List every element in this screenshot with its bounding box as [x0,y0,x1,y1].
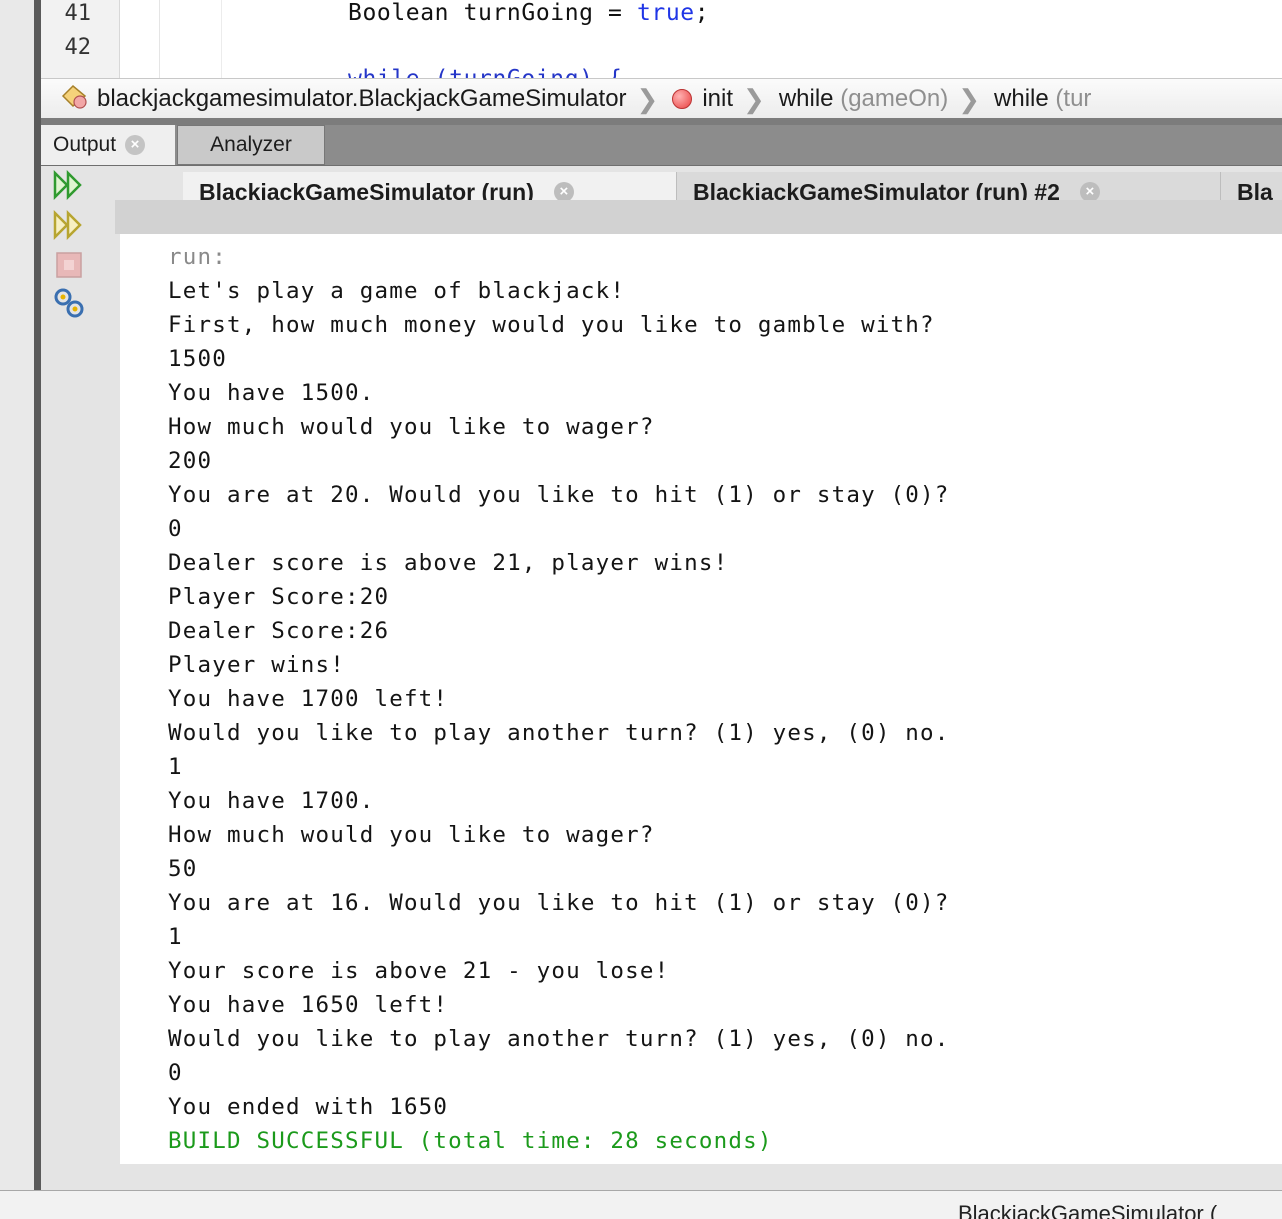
status-text: BlackjackGameSimulator ( [958,1201,1218,1219]
console-line: First, how much money would you like to … [168,312,935,338]
code-text: Boolean turnGoing = [348,0,637,26]
tab-label: Analyzer [210,133,292,156]
console-line: 50 [168,856,198,882]
indent-guide [221,0,222,78]
console-line: You are at 16. Would you like to hit (1)… [168,890,950,916]
console-line: You have 1650 left! [168,992,449,1018]
code-editor[interactable]: 41 42 Boolean turnGoing = true; while (t… [41,0,1282,78]
breadcrumb-loop[interactable]: while (gameOn) [779,85,948,113]
line-number: 42 [64,35,92,60]
code-line-partial[interactable]: while (turnGoing) { [348,66,623,78]
console-line: You have 1700. [168,788,375,814]
close-icon[interactable]: × [125,135,146,155]
breadcrumb-class[interactable]: blackjackgamesimulator.BlackjackGameSimu… [97,85,627,113]
console-line: Let's play a game of blackjack! [168,278,626,304]
status-bar: BlackjackGameSimulator ( [0,1190,1282,1219]
left-rail [0,0,34,1190]
console-line: 0 [168,1060,183,1086]
class-icon [59,82,89,117]
console-line: Your score is above 21 - you lose! [168,958,670,984]
tab-analyzer[interactable]: Analyzer [177,125,325,165]
console-line: You have 1700 left! [168,686,449,712]
console-line: You ended with 1650 [168,1094,449,1120]
panel-tab-bar: Output × Analyzer [41,125,1282,166]
breadcrumb-loop[interactable]: while (tur [994,85,1091,113]
console-output[interactable]: run: Let's play a game of blackjack! Firs… [120,234,1282,1164]
console-line: Player wins! [168,652,345,678]
console-line: Dealer score is above 21, player wins! [168,550,729,576]
console-line: Would you like to play another turn? (1)… [168,720,950,746]
console-line: Player Score:20 [168,584,390,610]
build-status: BUILD SUCCESSFUL (total time: 28 seconds… [168,1128,773,1154]
loop-condition: (tur [1055,85,1092,112]
tab-label: Output [53,133,117,156]
console-header [115,200,1282,234]
fold-column [119,0,160,78]
output-panel: BlackjackGameSimulator (run) × Blackjack… [41,166,1282,1190]
tab-output[interactable]: Output × [41,125,175,165]
console-line: Would you like to play another turn? (1)… [168,1026,950,1052]
console-line: How much would you like to wager? [168,414,655,440]
rerun-icon[interactable] [51,168,87,202]
console-line: Dealer Score:26 [168,618,390,644]
rerun-params-icon[interactable] [51,208,87,242]
code-line[interactable]: Boolean turnGoing = true; [348,0,709,26]
loop-condition: (gameOn) [840,85,949,112]
console-line: 1 [168,754,183,780]
window-divider[interactable] [34,0,41,1190]
chevron-right-icon: ❯ [958,83,981,114]
line-number: 41 [64,1,92,26]
console-line: 200 [168,448,213,474]
chevron-right-icon: ❯ [636,83,659,114]
console-line: 1500 [168,346,227,372]
stop-icon[interactable] [51,248,87,282]
settings-icon[interactable] [51,286,87,320]
code-text: ; [694,0,710,26]
splitter[interactable] [41,118,1282,125]
loop-keyword: while [994,85,1049,112]
breadcrumb: blackjackgamesimulator.BlackjackGameSimu… [41,78,1282,120]
console-line: 0 [168,516,183,542]
run-label: run: [168,244,227,270]
output-toolbar [41,166,111,1190]
close-icon[interactable]: × [553,182,574,202]
console-line: You have 1500. [168,380,375,406]
console-lines: run: Let's play a game of blackjack! Firs… [168,240,950,1158]
breadcrumb-method[interactable]: init [702,85,733,113]
close-icon[interactable]: × [1079,182,1100,202]
console-line: How much would you like to wager? [168,822,655,848]
method-icon [672,89,693,109]
chevron-right-icon: ❯ [743,83,765,114]
keyword-true: true [636,0,695,26]
console-line: 1 [168,924,183,950]
console-line: You are at 20. Would you like to hit (1)… [168,482,950,508]
loop-keyword: while [778,85,834,112]
line-number-gutter: 41 42 [41,0,120,78]
